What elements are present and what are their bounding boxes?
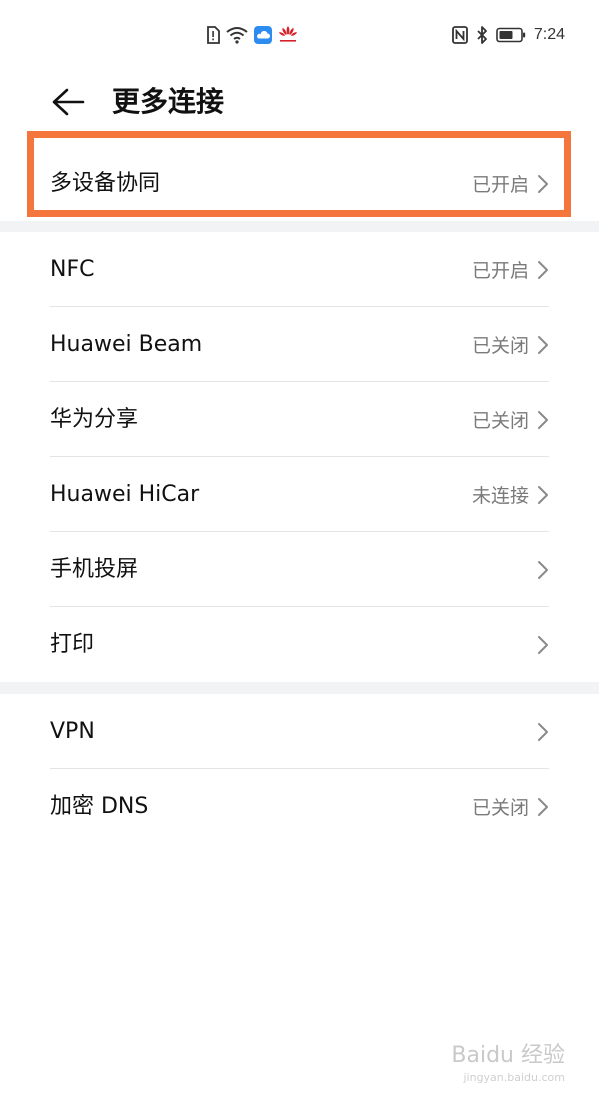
row-label: 加密 DNS [50,794,149,819]
row-nfc[interactable]: NFC 已开启 [0,232,599,307]
row-label: NFC [50,257,95,282]
row-value: 已关闭 [471,410,529,432]
row-right: 已开启 [472,146,549,221]
row-label: 华为分享 [50,407,139,432]
row-right [529,532,549,607]
row-right: 未连接 [472,457,549,532]
wifi-icon [226,26,248,44]
chevron-right-icon [537,797,549,817]
row-right: 已关闭 [472,382,549,457]
status-time: 7:24 [533,26,565,43]
row-label: 打印 [50,632,95,657]
row-label: Huawei Beam [50,332,203,357]
back-button[interactable] [48,82,88,122]
watermark-sub: jingyan.baidu.com [463,1071,565,1084]
row-value: 未连接 [471,485,529,507]
row-label: VPN [50,719,95,744]
chevron-right-icon [537,722,549,742]
section-network: VPN 加密 DNS 已关闭 [0,694,599,844]
row-right: 已关闭 [472,769,549,844]
baidu-watermark: Baidu 经验 jingyan.baidu.com [451,1037,565,1084]
row-huawei-beam[interactable]: Huawei Beam 已关闭 [0,307,599,382]
section-collaboration: 多设备协同 已开启 [0,146,599,221]
bluetooth-icon [476,26,488,44]
row-value: 已开启 [471,260,529,282]
chevron-right-icon [537,410,549,430]
battery-icon [496,27,526,43]
cloud-app-icon [254,26,272,44]
row-screen-projection[interactable]: 手机投屏 [0,532,599,607]
status-bar-right: 7:24 [451,24,565,46]
watermark-text: Baidu 经验 [451,1043,565,1068]
chevron-right-icon [537,174,549,194]
chevron-right-icon [537,635,549,655]
huawei-logo-icon [278,26,298,44]
status-bar: 7:24 [0,0,599,70]
section-gap [0,221,599,232]
row-multi-device-collaboration[interactable]: 多设备协同 已开启 [0,146,599,221]
row-vpn[interactable]: VPN [0,694,599,769]
row-encrypted-dns[interactable]: 加密 DNS 已关闭 [0,769,599,844]
chevron-right-icon [537,260,549,280]
page-header: 更多连接 [0,74,599,130]
chevron-right-icon [537,335,549,355]
chevron-right-icon [537,485,549,505]
row-value: 已关闭 [471,335,529,357]
row-label: 多设备协同 [50,171,161,196]
nfc-icon [451,26,468,44]
row-value: 已开启 [471,174,529,196]
row-label: Huawei HiCar [50,482,200,507]
row-right: 已关闭 [472,307,549,382]
row-huawei-hicar[interactable]: Huawei HiCar 未连接 [0,457,599,532]
row-label: 手机投屏 [50,557,139,582]
row-right [529,694,549,769]
more-connections-page: 7:24 更多连接 多设备协同 已开启 NFC 已开启 Huawei Beam … [0,0,599,1098]
section-connections: NFC 已开启 Huawei Beam 已关闭 华为分享 已关闭 Huawei … [0,232,599,682]
row-right [529,607,549,682]
chevron-right-icon [537,560,549,580]
section-gap [0,682,599,694]
sim-alert-icon [206,26,220,44]
status-bar-left [206,25,298,45]
page-title: 更多连接 [112,85,225,118]
row-value: 已关闭 [471,797,529,819]
row-right: 已开启 [472,232,549,307]
row-huawei-share[interactable]: 华为分享 已关闭 [0,382,599,457]
back-arrow-icon [51,87,85,117]
row-print[interactable]: 打印 [0,607,599,682]
